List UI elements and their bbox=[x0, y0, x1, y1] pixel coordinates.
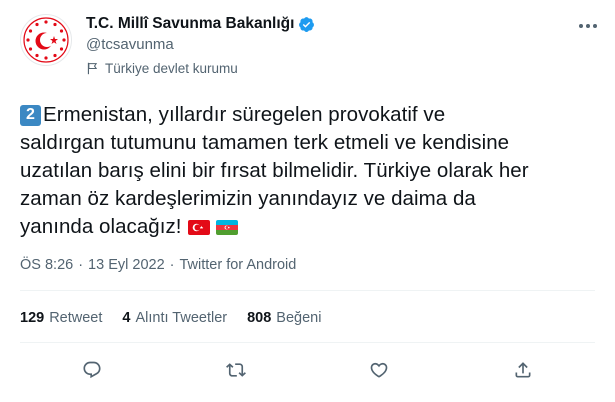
quote-tweets-stat[interactable]: 4 Alıntı Tweetler bbox=[122, 310, 227, 326]
tweet-line: uzatılan barış elini bir fırsat bilmelid… bbox=[20, 157, 595, 185]
retweet-button[interactable] bbox=[219, 355, 253, 385]
tweet-line-text: saldırgan tutumunu tamamen terk etmeli v… bbox=[20, 131, 510, 154]
government-flag-icon bbox=[87, 62, 98, 75]
avatar[interactable] bbox=[20, 14, 72, 66]
tweet-actions bbox=[20, 355, 595, 385]
engagement-stats: 129 Retweet 4 Alıntı Tweetler 808 Beğeni bbox=[20, 310, 321, 326]
account-names: T.C. Millî Savunma Bakanlığı @tcsavunma … bbox=[86, 15, 315, 76]
divider bbox=[20, 342, 595, 343]
tweet-metadata: ÖS 8:26 · 13 Eyl 2022 · Twitter for Andr… bbox=[20, 257, 296, 273]
tweet-header: T.C. Millî Savunma Bakanlığı @tcsavunma … bbox=[20, 10, 600, 90]
reply-button[interactable] bbox=[75, 355, 109, 385]
tweet-source[interactable]: Twitter for Android bbox=[179, 257, 296, 273]
tweet-text: 2 Ermenistan, yıllardır süregelen provoka… bbox=[20, 101, 595, 241]
meta-separator: · bbox=[78, 257, 84, 273]
tweet-time[interactable]: ÖS 8:26 bbox=[20, 257, 73, 273]
divider bbox=[20, 290, 595, 291]
account-label: Türkiye devlet kurumu bbox=[86, 61, 315, 76]
share-icon bbox=[515, 362, 531, 378]
share-button[interactable] bbox=[506, 355, 540, 385]
retweet-icon bbox=[225, 363, 246, 377]
retweets-count: 129 bbox=[20, 310, 45, 326]
tweet-line-text: zaman öz kardeşlerimizin yanındayız ve d… bbox=[20, 187, 476, 210]
likes-stat[interactable]: 808 Beğeni bbox=[247, 310, 321, 326]
like-button[interactable] bbox=[362, 355, 396, 385]
tweet-line-text: Ermenistan, yıllardır süregelen provokat… bbox=[43, 103, 446, 126]
display-name-row: T.C. Millî Savunma Bakanlığı bbox=[86, 15, 315, 33]
tweet-line: saldırgan tutumunu tamamen terk etmeli v… bbox=[20, 129, 595, 157]
tweet-line: yanında olacağız! bbox=[20, 213, 595, 241]
tweet-line: 2 Ermenistan, yıllardır süregelen provoka… bbox=[20, 101, 595, 129]
tweet-line-text: uzatılan barış elini bir fırsat bilmelid… bbox=[20, 159, 529, 182]
account-handle[interactable]: @tcsavunma bbox=[86, 36, 315, 53]
tweet-date[interactable]: 13 Eyl 2022 bbox=[88, 257, 165, 273]
likes-count: 808 bbox=[247, 310, 272, 326]
keycap-two-emoji: 2 bbox=[20, 104, 41, 126]
meta-separator: · bbox=[169, 257, 175, 273]
quote-tweets-label: Alıntı Tweetler bbox=[135, 310, 228, 326]
reply-icon bbox=[83, 361, 101, 379]
more-options-icon bbox=[579, 24, 597, 28]
retweets-label: Retweet bbox=[49, 310, 103, 326]
display-name[interactable]: T.C. Millî Savunma Bakanlığı bbox=[86, 15, 294, 33]
quote-tweets-count: 4 bbox=[122, 310, 131, 326]
turkey-flag-icon bbox=[187, 219, 210, 235]
account-label-text: Türkiye devlet kurumu bbox=[105, 61, 238, 76]
retweets-stat[interactable]: 129 Retweet bbox=[20, 310, 102, 326]
likes-label: Beğeni bbox=[276, 310, 322, 326]
like-icon bbox=[371, 362, 388, 378]
tweet-line: zaman öz kardeşlerimizin yanındayız ve d… bbox=[20, 185, 595, 213]
verified-badge-icon bbox=[298, 16, 315, 33]
azerbaijan-flag-icon bbox=[215, 219, 238, 235]
more-options-button[interactable] bbox=[576, 16, 600, 36]
tweet-line-text: yanında olacağız! bbox=[20, 215, 182, 238]
ministry-logo-icon bbox=[23, 17, 69, 63]
